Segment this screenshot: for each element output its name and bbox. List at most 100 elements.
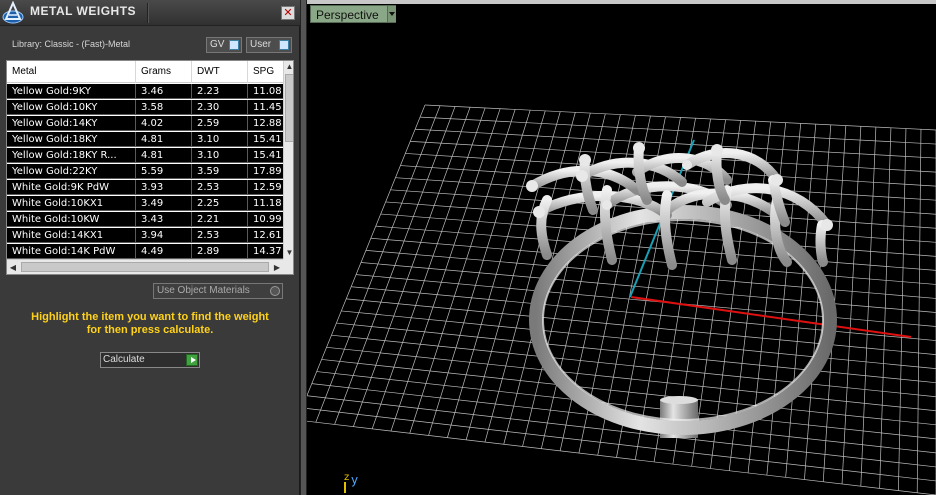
table-cell: 2.21 — [192, 212, 248, 227]
grid-line — [334, 106, 456, 425]
metal-table: Metal Grams DWT SPG Yellow Gold:9KY 3.46 2… — [6, 60, 294, 275]
panel-splitter[interactable] — [300, 0, 307, 495]
gv-toggle-indicator-icon — [229, 40, 239, 50]
calculate-button[interactable]: Calculate — [100, 352, 200, 368]
table-row[interactable]: White Gold:10KW 3.43 2.21 10.99 — [7, 212, 283, 227]
table-cell: 2.59 — [192, 116, 248, 131]
horizontal-scrollbar[interactable]: ◀ ▶ — [7, 259, 283, 274]
metal-weights-panel: METAL WEIGHTS ✕ Library: Classic - (Fast… — [0, 0, 300, 495]
table-cell: 5.59 — [136, 164, 192, 179]
table-cell: Yellow Gold:10KY — [7, 100, 136, 115]
vertical-scroll-thumb[interactable] — [285, 74, 293, 142]
instructions-line-1: Highlight the item you want to find the … — [31, 311, 269, 323]
user-toggle-indicator-icon — [279, 40, 289, 50]
table-cell: 4.81 — [136, 148, 192, 163]
play-arrow-icon — [186, 354, 198, 366]
table-cell: 11.08 — [253, 86, 282, 97]
table-cell: 10.99 — [253, 214, 282, 225]
column-header-dwt[interactable]: DWT — [192, 61, 248, 83]
scroll-down-icon[interactable]: ▼ — [284, 247, 293, 259]
axis-z-label: z — [344, 472, 349, 483]
table-row[interactable]: Yellow Gold:10KY 3.58 2.30 11.45 — [7, 100, 283, 115]
table-cell: 4.49 — [136, 244, 192, 259]
use-object-materials-toggle[interactable]: Use Object Materials — [153, 283, 283, 299]
instructions-text: Highlight the item you want to find the … — [10, 311, 290, 337]
scrollbar-corner — [283, 259, 293, 274]
scroll-up-icon[interactable]: ▲ — [284, 61, 293, 73]
table-row[interactable]: Yellow Gold:18KY R... 4.81 3.10 15.41 — [7, 148, 283, 163]
grid-line — [428, 110, 531, 436]
table-cell: 17.89 — [253, 166, 282, 177]
library-label: Library: Classic - (Fast)-Metal — [12, 39, 131, 49]
grid-line — [353, 107, 471, 427]
table-row[interactable]: White Gold:10KX1 3.49 2.25 11.18 — [7, 196, 283, 211]
grid-line — [409, 109, 516, 434]
3d-scene[interactable]: z y — [307, 0, 936, 495]
table-cell: 3.49 — [136, 196, 192, 211]
x-axis-line — [630, 296, 912, 338]
table-cell: 2.30 — [192, 100, 248, 115]
table-cell: White Gold:9K PdW — [7, 180, 136, 195]
table-cell: 11.45 — [253, 102, 282, 113]
table-cell: Yellow Gold:18KY R... — [7, 148, 136, 163]
use-object-materials-label: Use Object Materials — [157, 285, 250, 296]
table-cell: 2.25 — [192, 196, 248, 211]
view-selector[interactable]: Perspective — [310, 5, 396, 23]
table-header: Metal Grams DWT SPG — [7, 61, 283, 83]
chevron-down-icon[interactable] — [387, 6, 396, 22]
grid-line — [315, 105, 441, 423]
table-cell: 15.41 — [253, 150, 282, 161]
table-cell: White Gold:10KW — [7, 212, 136, 227]
table-row[interactable]: Yellow Gold:22KY 5.59 3.59 17.89 — [7, 164, 283, 179]
ring-post-cap — [660, 396, 698, 404]
title-separator — [147, 3, 149, 23]
grid-line — [371, 107, 486, 429]
table-cell: White Gold:10KX1 — [7, 196, 136, 211]
table-cell: 4.02 — [136, 116, 192, 131]
gv-toggle[interactable]: GV — [206, 37, 242, 53]
column-header-spg[interactable]: SPG — [248, 61, 283, 83]
table-row[interactable]: Yellow Gold:14KY 4.02 2.59 12.88 — [7, 116, 283, 131]
viewport-top-strip — [307, 0, 936, 4]
perspective-viewport[interactable]: z y Perspective — [307, 0, 936, 495]
grid-line — [447, 110, 546, 438]
radio-indicator-icon — [270, 286, 280, 296]
table-cell: 4.81 — [136, 132, 192, 147]
instructions-line-2: for then press calculate. — [86, 324, 214, 336]
column-header-grams[interactable]: Grams — [136, 61, 192, 83]
table-cell: 12.61 — [253, 230, 282, 241]
table-cell: 11.18 — [253, 198, 282, 209]
column-header-metal[interactable]: Metal — [7, 61, 136, 83]
user-toggle[interactable]: User — [246, 37, 292, 53]
table-row[interactable]: White Gold:14KX1 3.94 2.53 12.61 — [7, 228, 283, 243]
panel-title: METAL WEIGHTS — [30, 4, 137, 18]
table-cell: 2.53 — [192, 180, 248, 195]
table-row[interactable]: Yellow Gold:18KY 4.81 3.10 15.41 — [7, 132, 283, 147]
gv-toggle-label: GV — [210, 39, 225, 50]
scroll-left-icon[interactable]: ◀ — [7, 260, 19, 274]
table-row[interactable]: Yellow Gold:9KY 3.46 2.23 11.08 — [7, 84, 283, 99]
table-cell: 14.37 — [253, 246, 282, 257]
table-cell: Yellow Gold:14KY — [7, 116, 136, 131]
table-cell: Yellow Gold:22KY — [7, 164, 136, 179]
user-toggle-label: User — [250, 39, 272, 50]
table-cell: Yellow Gold:18KY — [7, 132, 136, 147]
table-row[interactable]: White Gold:14K PdW 4.49 2.89 14.37 — [7, 244, 283, 259]
grid-line — [390, 108, 501, 432]
table-cell: 12.88 — [253, 118, 282, 129]
table-cell: 12.59 — [253, 182, 282, 193]
table-cell: 2.53 — [192, 228, 248, 243]
table-cell: 2.23 — [192, 84, 248, 99]
calculate-button-label: Calculate — [103, 354, 145, 365]
table-row[interactable]: White Gold:9K PdW 3.93 2.53 12.59 — [7, 180, 283, 195]
table-cell: 2.89 — [192, 244, 248, 259]
scroll-right-icon[interactable]: ▶ — [271, 260, 283, 274]
table-cell: 15.41 — [253, 134, 282, 145]
horizontal-scroll-thumb[interactable] — [21, 262, 269, 272]
vertical-scrollbar[interactable]: ▲ ▼ — [283, 61, 293, 259]
view-name-label: Perspective — [316, 8, 379, 22]
close-button[interactable]: ✕ — [281, 6, 295, 20]
table-cell: 3.46 — [136, 84, 192, 99]
app-logo-icon — [2, 1, 24, 24]
table-cell: White Gold:14K PdW — [7, 244, 136, 259]
